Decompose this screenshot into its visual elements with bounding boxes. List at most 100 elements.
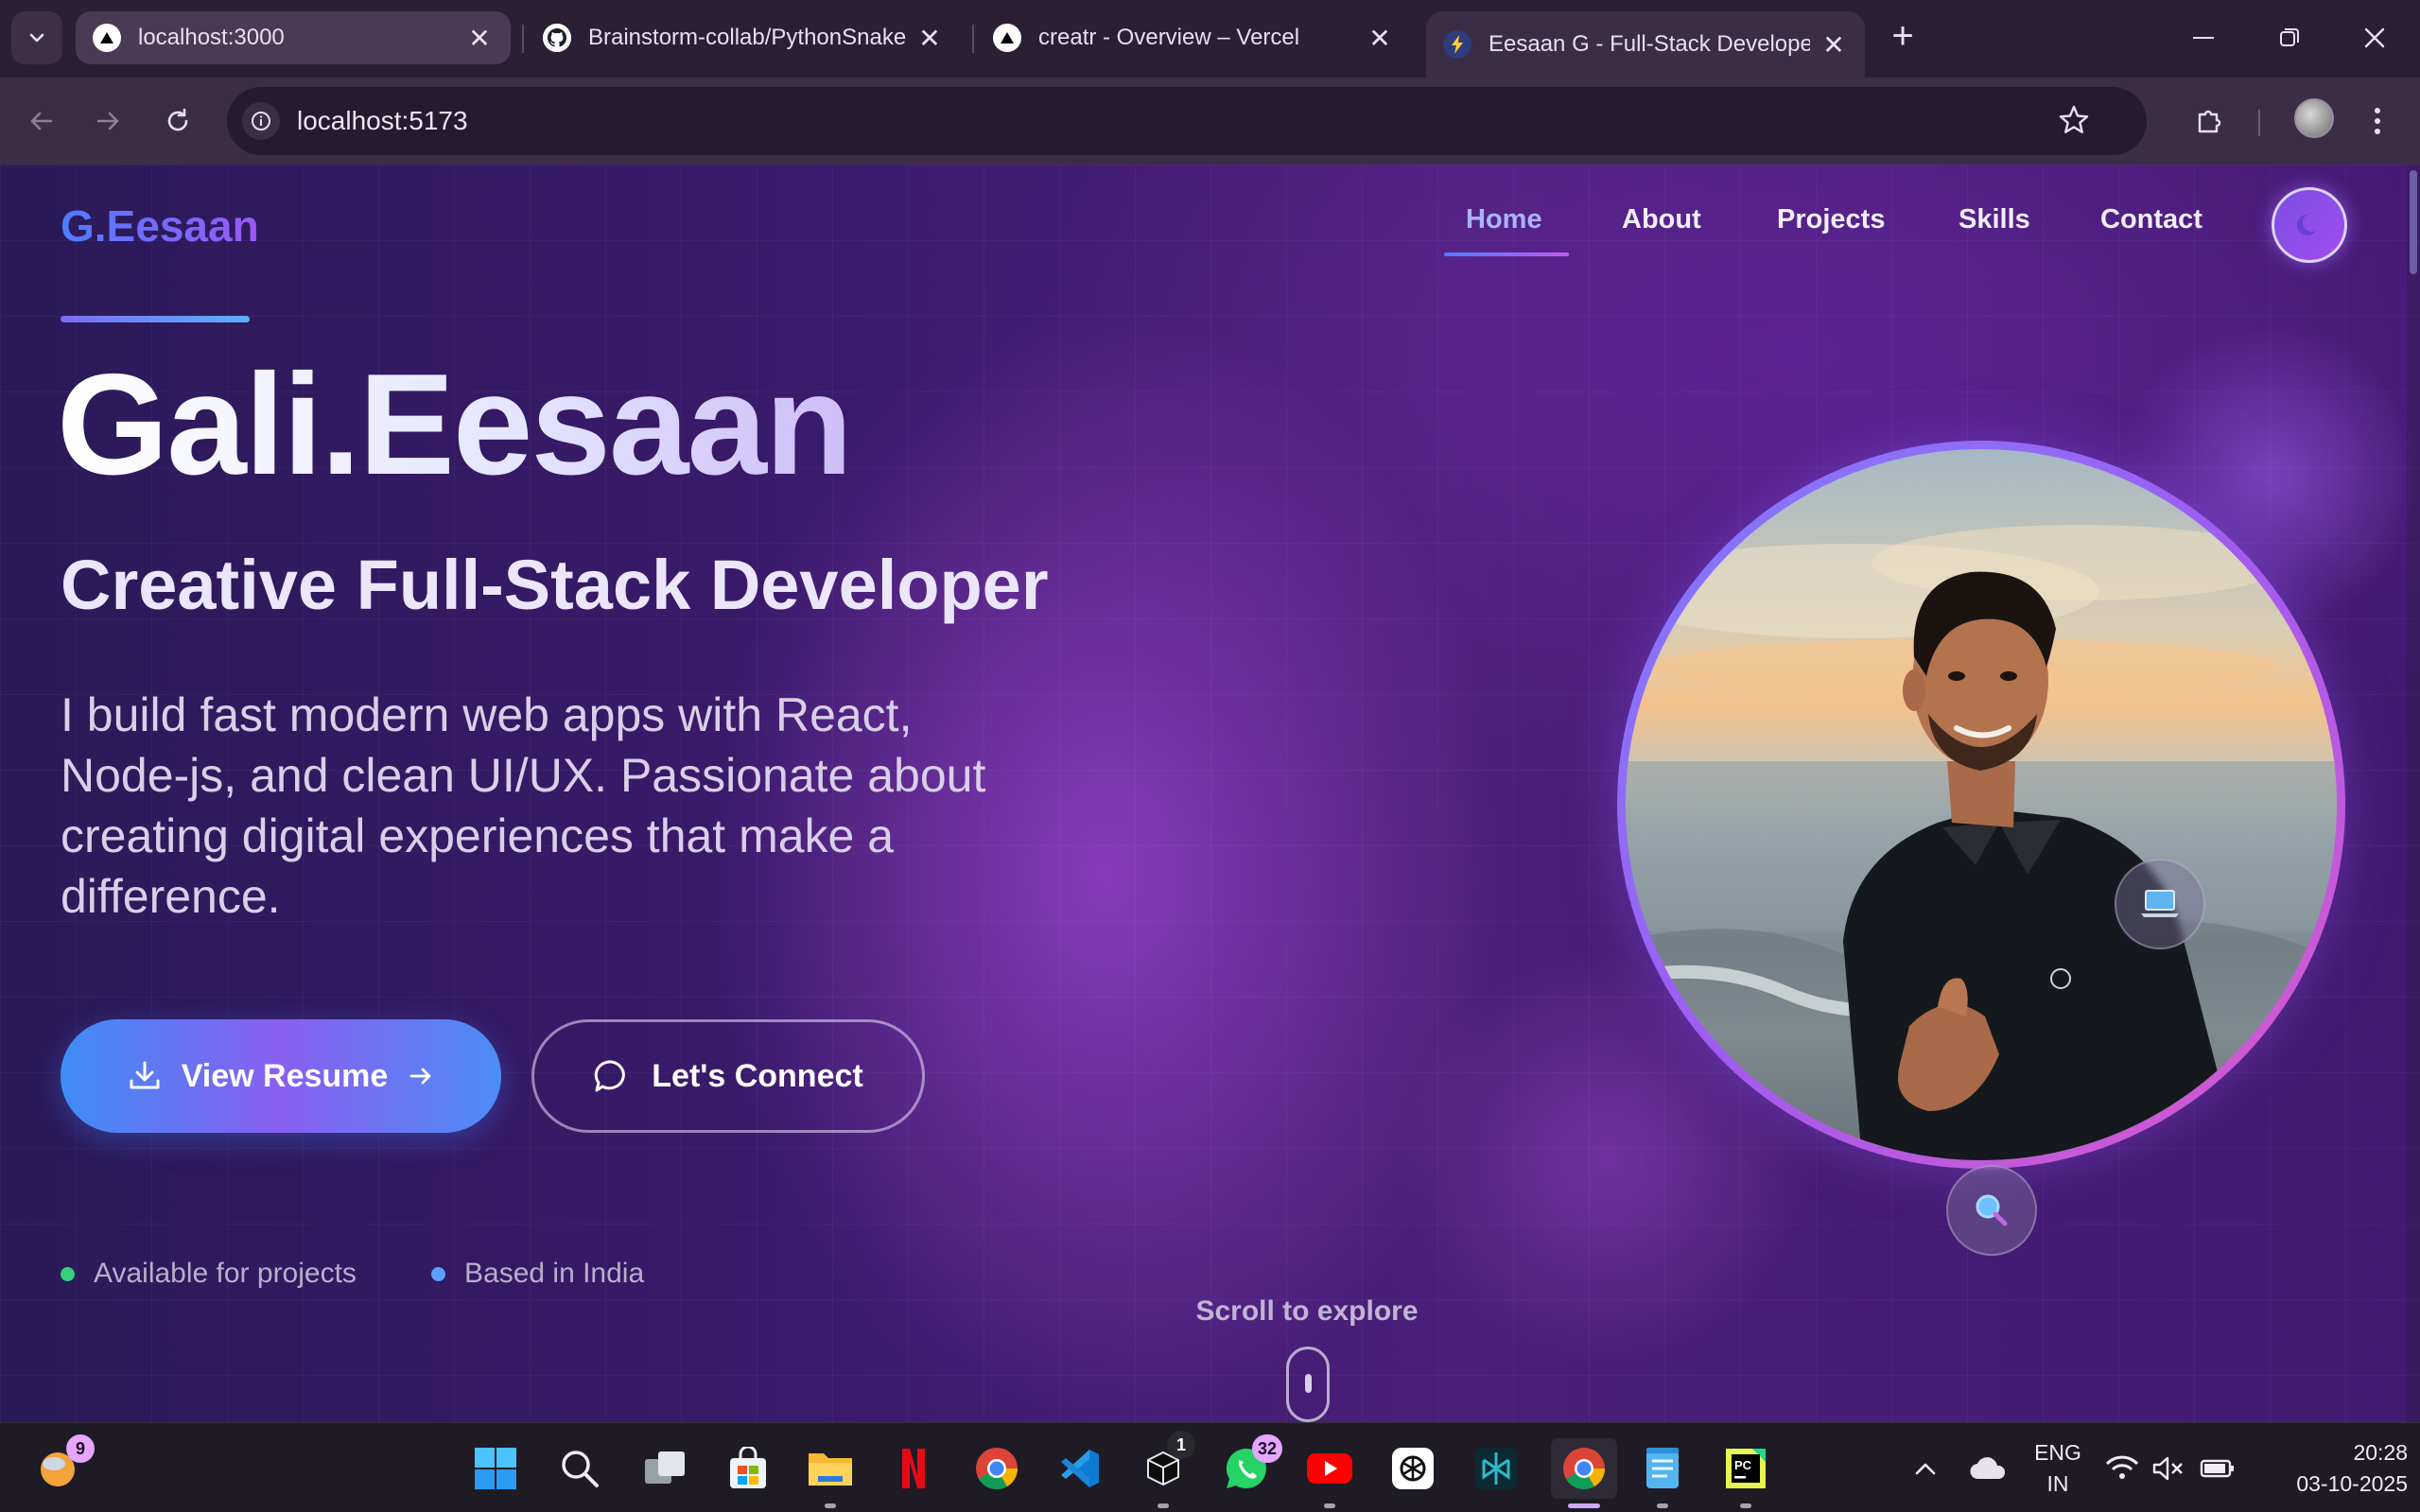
- chatgpt-box-button[interactable]: 1: [1137, 1431, 1195, 1508]
- tab-title: Eesaan G - Full-Stack Developer: [1489, 31, 1810, 57]
- nav-about[interactable]: About: [1622, 204, 1701, 235]
- network-sound-battery-group[interactable]: [2103, 1442, 2245, 1495]
- battery-icon: [2200, 1459, 2234, 1478]
- clock-date: 03-10-2025: [2296, 1471, 2408, 1496]
- reload-button[interactable]: [155, 98, 200, 144]
- start-button[interactable]: [469, 1442, 522, 1495]
- status-dot-blue: [431, 1266, 445, 1281]
- pycharm-button[interactable]: PC: [1719, 1442, 1772, 1508]
- address-bar[interactable]: localhost:5173: [227, 87, 2147, 155]
- chrome-button[interactable]: [970, 1442, 1023, 1495]
- vscode-icon: [1061, 1450, 1099, 1487]
- weather-badge: 9: [66, 1434, 95, 1463]
- nav-skills[interactable]: Skills: [1959, 204, 2030, 235]
- youtube-icon: [1307, 1453, 1352, 1484]
- netflix-icon: [902, 1449, 925, 1488]
- download-icon: [130, 1061, 160, 1089]
- new-tab-button[interactable]: +: [1882, 17, 1924, 59]
- site-logo[interactable]: G.Eesaan: [61, 200, 259, 252]
- onedrive-icon[interactable]: [1961, 1442, 2014, 1495]
- browser-tab[interactable]: localhost:3000 ✕: [76, 11, 511, 64]
- tab-title: localhost:3000: [138, 25, 285, 50]
- pycharm-icon: PC: [1726, 1449, 1766, 1488]
- nav-contact[interactable]: Contact: [2100, 204, 2202, 235]
- hero-role: Creative Full-Stack Developer: [61, 546, 1049, 624]
- close-window-button[interactable]: [2351, 17, 2398, 59]
- profile-photo: [1626, 449, 2337, 1160]
- clock[interactable]: 20:28 03-10-2025: [2256, 1440, 2408, 1497]
- language-code: ENG: [2034, 1440, 2081, 1465]
- task-view-icon: [645, 1451, 685, 1484]
- scrollbar-thumb[interactable]: [2410, 170, 2417, 274]
- nav-active-underline: [1444, 252, 1569, 256]
- restore-button[interactable]: [2266, 17, 2313, 59]
- close-icon[interactable]: ✕: [1819, 29, 1848, 61]
- netflix-button[interactable]: [887, 1442, 940, 1495]
- availability-status: Available for projects: [61, 1258, 357, 1290]
- close-icon[interactable]: ✕: [465, 23, 494, 54]
- windows-taskbar: 9 1 32 PC ENG IN 20:28 03-10-2025: [0, 1422, 2420, 1512]
- file-explorer-button[interactable]: [804, 1442, 857, 1508]
- chrome-active-button[interactable]: [1551, 1438, 1617, 1508]
- tab-search-dropdown-button[interactable]: [11, 11, 62, 64]
- extensions-button[interactable]: [2187, 98, 2233, 144]
- browser-tab[interactable]: creatr - Overview – Vercel ✕: [976, 11, 1411, 64]
- scroll-mouse-icon[interactable]: [1286, 1347, 1330, 1422]
- arrow-right-icon: [96, 112, 119, 130]
- magnifier-icon: [1976, 1194, 2008, 1226]
- browser-tab-active[interactable]: Eesaan G - Full-Stack Developer ✕: [1426, 11, 1865, 78]
- profile-avatar[interactable]: [2294, 98, 2334, 138]
- notepad-button[interactable]: [1636, 1442, 1689, 1508]
- openai-button[interactable]: [1386, 1442, 1439, 1495]
- input-language[interactable]: ENG IN: [2028, 1440, 2088, 1497]
- browser-tab[interactable]: Brainstorm-collab/PythonSnake ✕: [526, 11, 961, 64]
- microsoft-store-button[interactable]: [722, 1442, 775, 1495]
- view-resume-label: View Resume: [181, 1057, 389, 1094]
- chat-bubble-icon: [595, 1060, 626, 1092]
- vscode-button[interactable]: [1053, 1442, 1106, 1495]
- restore-icon: [2280, 28, 2299, 46]
- page-scrollbar[interactable]: [2407, 165, 2420, 1422]
- back-button[interactable]: [19, 98, 64, 144]
- hero-name: Gali.Eesaan: [57, 342, 853, 508]
- nav-projects[interactable]: Projects: [1777, 204, 1885, 235]
- browser-menu-button[interactable]: [2355, 98, 2400, 144]
- region-code: IN: [2046, 1471, 2069, 1496]
- site-info-icon[interactable]: [242, 102, 280, 140]
- app-badge: 1: [1167, 1431, 1195, 1459]
- task-view-button[interactable]: [638, 1442, 691, 1495]
- location-status: Based in India: [431, 1258, 644, 1290]
- nav-home[interactable]: Home: [1466, 204, 1542, 235]
- forward-button[interactable]: [85, 98, 131, 144]
- youtube-button[interactable]: [1303, 1442, 1356, 1508]
- theme-toggle-button[interactable]: [2272, 187, 2347, 263]
- taskbar-search-button[interactable]: [553, 1442, 606, 1495]
- vite-bolt-icon: [1443, 30, 1471, 59]
- reload-icon: [167, 108, 188, 131]
- location-label: Based in India: [464, 1258, 645, 1289]
- whatsapp-button[interactable]: 32: [1220, 1434, 1282, 1495]
- close-icon[interactable]: ✕: [1366, 23, 1394, 54]
- show-hidden-icons-button[interactable]: [1899, 1442, 1952, 1495]
- lets-connect-button[interactable]: Let's Connect: [531, 1019, 925, 1133]
- close-icon[interactable]: ✕: [915, 23, 944, 54]
- view-resume-button[interactable]: View Resume: [61, 1019, 501, 1133]
- tab-divider: [522, 25, 524, 53]
- minimize-button[interactable]: [2180, 17, 2227, 59]
- lets-connect-label: Let's Connect: [652, 1057, 863, 1094]
- availability-label: Available for projects: [94, 1258, 357, 1289]
- search-icon: [562, 1451, 599, 1487]
- perplexity-button[interactable]: [1470, 1442, 1523, 1495]
- bookmark-star-icon[interactable]: [2058, 104, 2090, 136]
- scroll-hint-text: Scroll to explore: [1195, 1295, 1419, 1327]
- url-text: localhost:5173: [297, 106, 468, 135]
- weather-widget[interactable]: 9: [32, 1434, 95, 1495]
- arrow-right-icon: [409, 1068, 431, 1085]
- store-bag-icon: [730, 1447, 766, 1488]
- chevron-up-icon: [1915, 1463, 1936, 1475]
- toolbar-divider: [2258, 110, 2260, 136]
- perplexity-icon: [1475, 1448, 1517, 1489]
- chrome-profile-icon: [1563, 1448, 1605, 1489]
- kebab-menu-icon: [2375, 108, 2380, 134]
- folder-icon: [809, 1453, 852, 1486]
